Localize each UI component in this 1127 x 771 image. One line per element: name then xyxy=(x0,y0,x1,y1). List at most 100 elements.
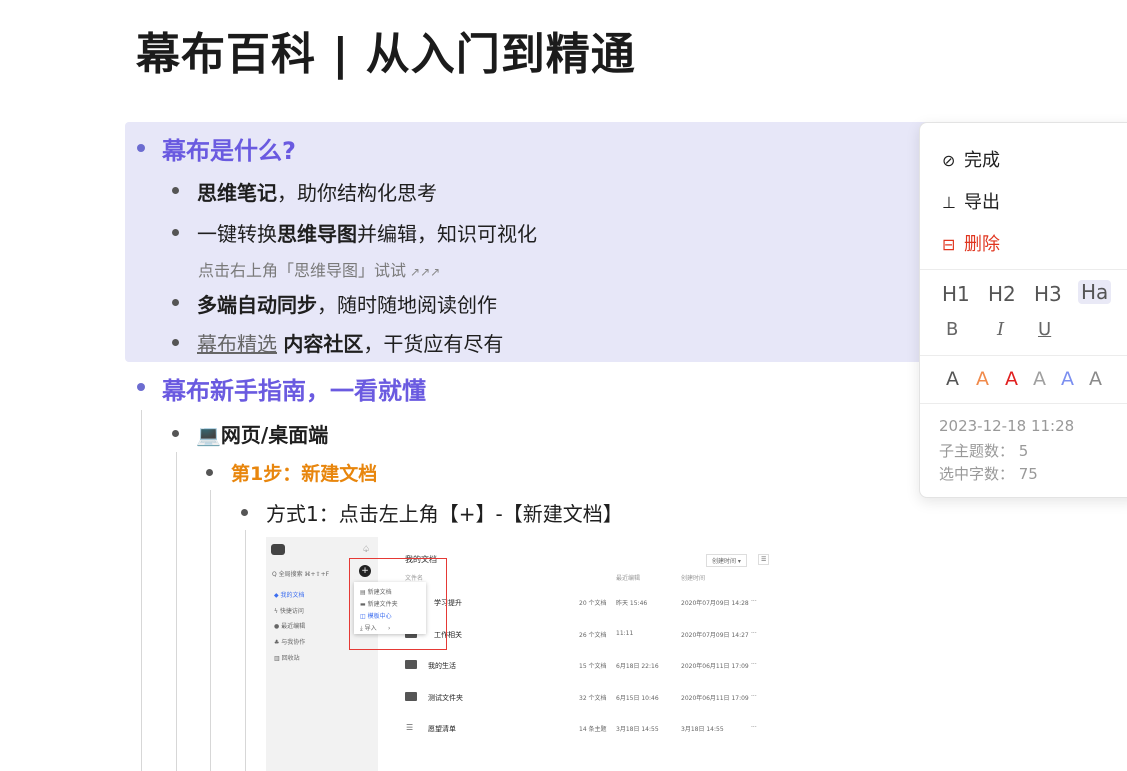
menu-icon: ☰ xyxy=(758,554,770,565)
col-header: 最近编辑 xyxy=(616,575,641,582)
trash-icon: ⊟ xyxy=(942,235,956,254)
row-created: 2020年06月11日 17:09 xyxy=(681,695,749,702)
color-default-button[interactable]: A xyxy=(946,368,959,390)
bullet[interactable] xyxy=(137,144,145,152)
row-created: 2020年07月09日 14:28 xyxy=(681,600,749,607)
color-orange-button[interactable]: A xyxy=(976,368,989,390)
bullet[interactable] xyxy=(172,229,179,236)
color-darkgray-button[interactable]: A xyxy=(1089,368,1102,390)
text: 一键转换 xyxy=(197,222,277,246)
list-item-web-desktop[interactable]: 💻网页/桌面端 xyxy=(196,419,328,448)
bold-button[interactable]: B xyxy=(946,319,958,340)
heading1-button[interactable]: H1 xyxy=(942,282,970,306)
list-item[interactable]: 思维笔记，助你结构化思考 xyxy=(197,177,437,206)
item-note[interactable]: 点击右上角「思维导图」试试 ↗↗↗ xyxy=(198,257,440,281)
bullet[interactable] xyxy=(172,187,179,194)
list-item-method1[interactable]: 方式1：点击左上角【+】-【新建文档】 xyxy=(266,498,623,527)
divider xyxy=(920,269,1127,270)
text: ，干货应有尽有 xyxy=(363,332,504,356)
row-name: 愿望清单 xyxy=(428,725,456,733)
text: ，随时随地阅读创作 xyxy=(317,293,497,317)
row-created: 2020年06月11日 17:09 xyxy=(681,663,749,670)
export-label: 导出 xyxy=(964,192,1000,213)
bold-text: 多端自动同步 xyxy=(197,293,317,317)
row-name: 我的生活 xyxy=(428,662,456,670)
mubu-featured-link[interactable]: 幕布精选 xyxy=(197,332,277,356)
row-count: 26 个文档 xyxy=(579,632,607,639)
folder-icon xyxy=(405,692,417,701)
tutorial-screenshot[interactable]: Q 全局搜索 ⌘+⇧+F ◆ 我的文档 ϟ 快捷访问 ● 最近编辑 ♣ 与我协作… xyxy=(266,537,770,771)
row-name: 测试文件夹 xyxy=(428,694,463,702)
delete-label: 删除 xyxy=(964,234,1000,255)
highlight-box xyxy=(349,558,447,650)
bullet[interactable] xyxy=(241,509,248,516)
row-created: 3月18日 14:55 xyxy=(681,726,724,733)
export-button[interactable]: ⊥ 导出 xyxy=(942,188,1000,214)
bullet[interactable] xyxy=(172,430,179,437)
row-edit: 昨天 15:46 xyxy=(616,600,648,607)
avatar xyxy=(271,544,285,555)
folder-icon xyxy=(405,660,417,669)
side-item: ϟ 快捷访问 xyxy=(274,608,304,615)
side-item: ♣ 与我协作 xyxy=(274,639,306,646)
row-created: 2020年07月09日 14:27 xyxy=(681,632,749,639)
document-icon: ☰ xyxy=(406,723,414,732)
row-edit: 6月18日 22:16 xyxy=(616,663,659,670)
indent-guide xyxy=(210,490,211,771)
search-input: Q 全局搜索 ⌘+⇧+F xyxy=(272,571,330,578)
node-context-panel: ⊘ 完成 ⊥ 导出 ⊟ 删除 H1 H2 H3 Ha B I U A A A A A … xyxy=(919,122,1127,498)
side-item: ● 最近编辑 xyxy=(274,623,306,630)
col-header: 创建时间 xyxy=(681,575,706,582)
list-item-step1[interactable]: 第1步：新建文档 xyxy=(231,459,377,486)
divider xyxy=(920,355,1127,356)
done-label: 完成 xyxy=(964,150,1000,171)
divider xyxy=(920,403,1127,404)
heading3-button[interactable]: H3 xyxy=(1034,282,1062,306)
row-edit: 6月15日 10:46 xyxy=(616,695,659,702)
row-edit: 11:11 xyxy=(616,630,634,637)
text: 并编辑，知识可视化 xyxy=(357,222,537,246)
more-icon: ··· xyxy=(751,724,757,731)
color-red-button[interactable]: A xyxy=(1005,368,1018,390)
side-item: ▥ 回收站 xyxy=(274,655,300,662)
bold-text: 内容社区 xyxy=(283,332,364,356)
topic-what-is-mubu[interactable]: 幕布是什么? xyxy=(162,131,296,166)
more-icon: ··· xyxy=(751,693,757,700)
row-count: 15 个文档 xyxy=(579,663,607,670)
bullet[interactable] xyxy=(172,339,179,346)
list-item[interactable]: 多端自动同步，随时随地阅读创作 xyxy=(197,289,497,318)
italic-button[interactable]: I xyxy=(997,319,1004,340)
bullet[interactable] xyxy=(206,469,213,476)
arrow-icons: ↗↗↗ xyxy=(410,265,441,279)
more-icon: ··· xyxy=(751,661,757,668)
color-gray-button[interactable]: A xyxy=(1033,368,1046,390)
text: 网页/桌面端 xyxy=(220,423,329,447)
row-edit: 3月18日 14:55 xyxy=(616,726,659,733)
row-count: 20 个文档 xyxy=(579,600,607,607)
more-icon: ··· xyxy=(751,598,757,605)
delete-button[interactable]: ⊟ 删除 xyxy=(942,230,1000,256)
selected-char-count: 选中字数： 75 xyxy=(939,465,1038,483)
indent-guide xyxy=(141,410,142,771)
heading-text-button[interactable]: Ha xyxy=(1078,280,1112,304)
bullet[interactable] xyxy=(172,299,179,306)
done-button[interactable]: ⊘ 完成 xyxy=(942,146,1000,172)
more-icon: ··· xyxy=(751,630,757,637)
heading2-button[interactable]: H2 xyxy=(988,282,1016,306)
color-blue-button[interactable]: A xyxy=(1061,368,1074,390)
subtopic-count: 子主题数： 5 xyxy=(939,442,1029,460)
check-circle-icon: ⊘ xyxy=(942,151,956,170)
page-title: 幕布百科 | 从入门到精通 xyxy=(136,29,636,80)
row-count: 14 条主题 xyxy=(579,726,607,733)
laptop-icon: 💻 xyxy=(196,423,221,447)
list-item[interactable]: 幕布精选 内容社区，干货应有尽有 xyxy=(197,328,503,357)
timestamp: 2023-12-18 11:28 xyxy=(939,417,1075,435)
underline-button[interactable]: U xyxy=(1038,319,1051,340)
download-icon: ⊥ xyxy=(942,193,956,212)
bold-text: 思维笔记 xyxy=(197,181,277,205)
bold-text: 思维导图 xyxy=(277,222,357,246)
bullet[interactable] xyxy=(137,383,145,391)
bell-icon: ♤ xyxy=(362,545,371,555)
list-item[interactable]: 一键转换思维导图并编辑，知识可视化 xyxy=(197,218,537,247)
topic-beginner-guide[interactable]: 幕布新手指南，一看就懂 xyxy=(162,371,426,406)
